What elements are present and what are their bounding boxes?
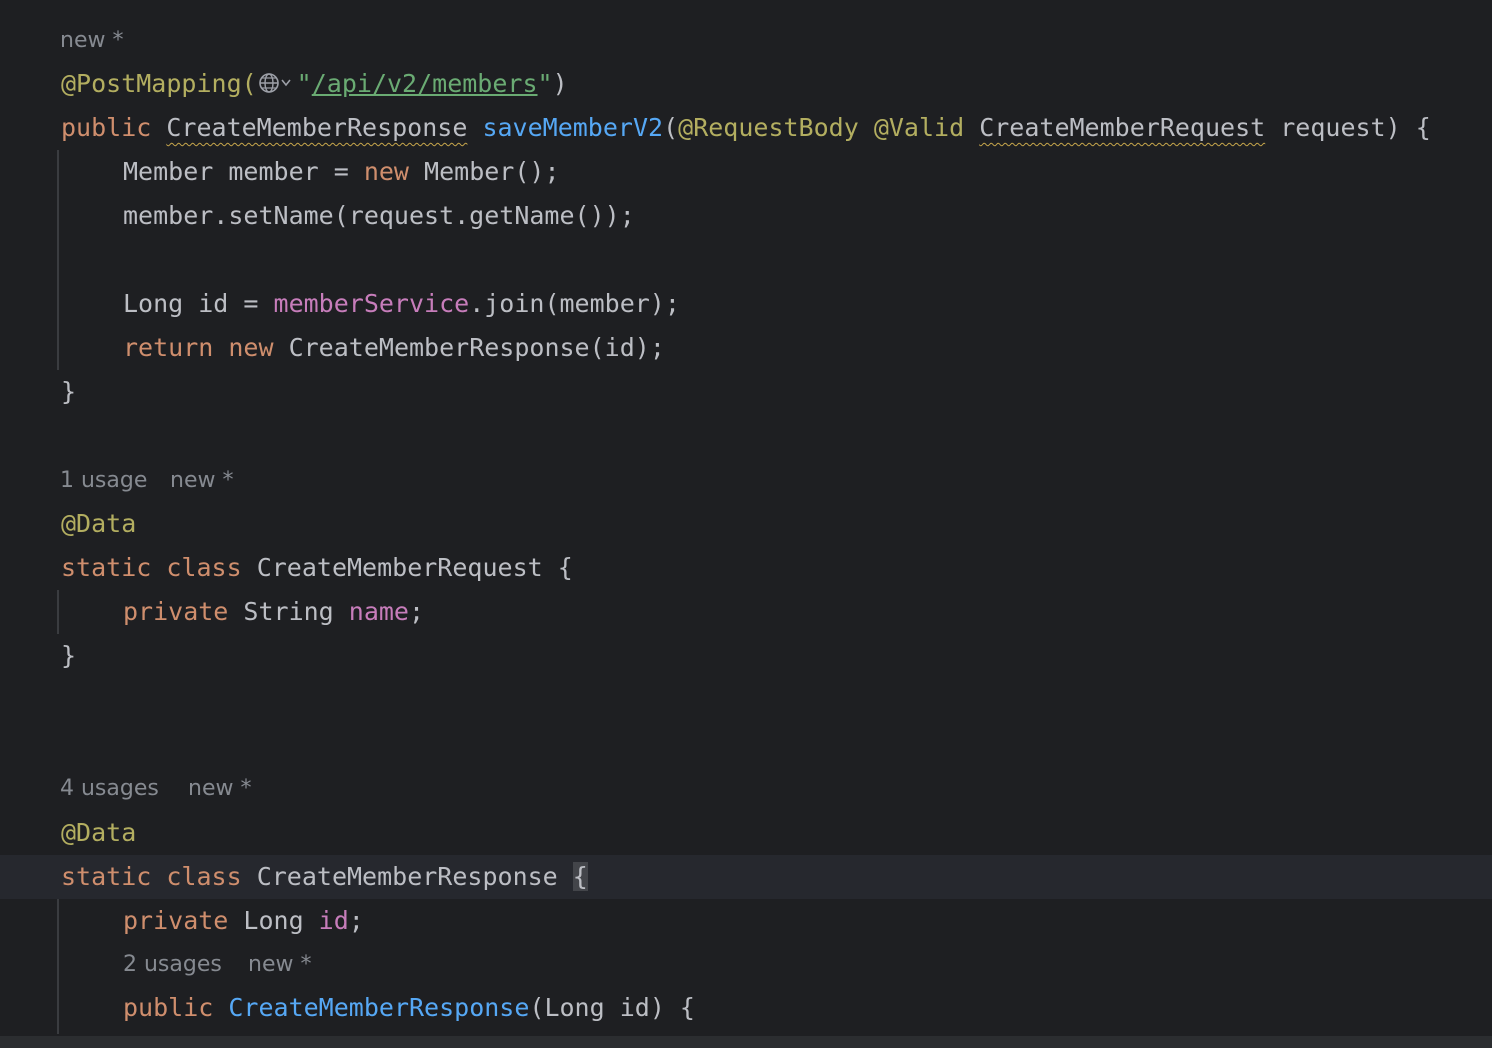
code-line[interactable]: member.setName(request.getName()); [0, 194, 1492, 238]
keyword: new [228, 333, 274, 362]
closing-brace: } [61, 377, 77, 406]
param-type[interactable]: CreateMemberRequest [979, 113, 1265, 142]
code-text: Long [228, 906, 319, 935]
inlay-hint-usages[interactable]: 4 usages new * [0, 767, 1492, 811]
inlay-hint-usages[interactable]: 2 usages new * [0, 943, 1492, 987]
keyword: class [166, 862, 242, 891]
code-line[interactable]: static class CreateMemberRequest { [0, 546, 1492, 590]
code-line[interactable]: private String name; [0, 590, 1492, 634]
code-text: CreateMemberRequest { [241, 553, 573, 582]
keyword: public [123, 993, 214, 1022]
keyword: static [61, 862, 152, 891]
annotation: @Valid [873, 113, 965, 142]
paren: ) [552, 69, 568, 98]
code-text: Member member = [123, 157, 364, 186]
keyword: private [123, 597, 229, 626]
constructor-name[interactable]: CreateMemberResponse [228, 993, 529, 1022]
code-line[interactable]: private Long id; [0, 899, 1492, 943]
code-line-current[interactable]: static class CreateMemberResponse { [0, 855, 1492, 899]
code-line[interactable]: Long id = memberService.join(member); [0, 282, 1492, 326]
return-type[interactable]: CreateMemberResponse [166, 113, 467, 142]
author-hint[interactable]: new * [60, 19, 123, 63]
code-text: member.setName(request.getName()); [123, 201, 635, 230]
url-link[interactable]: /api/v2/members [312, 69, 538, 98]
usages-hint[interactable]: 4 usages [60, 767, 159, 811]
globe-icon[interactable] [257, 68, 297, 98]
code-line[interactable]: return new CreateMemberResponse(id); [0, 326, 1492, 370]
annotation: @Data [61, 509, 137, 538]
annotation: @RequestBody [678, 113, 859, 142]
field-name: id [318, 906, 349, 935]
usages-hint[interactable]: 2 usages [123, 943, 222, 987]
code-line[interactable]: public CreateMemberResponse(Long id) { [0, 986, 1492, 1030]
code-line[interactable]: } [0, 370, 1492, 414]
field-ref: memberService [273, 289, 470, 318]
usages-hint[interactable]: 1 usage [60, 459, 147, 503]
code-line[interactable]: @Data [0, 811, 1492, 855]
code-text: CreateMemberResponse [241, 862, 573, 891]
string-quote: " [537, 69, 553, 98]
keyword: new [363, 157, 409, 186]
code-line[interactable]: @Data [0, 502, 1492, 546]
code-text: (Long id) { [529, 993, 695, 1022]
method-name[interactable]: saveMemberV2 [482, 113, 663, 142]
author-hint[interactable]: new * [248, 943, 311, 987]
keyword: private [123, 906, 229, 935]
annotation: @Data [61, 818, 137, 847]
code-text: request) { [1265, 113, 1431, 142]
closing-brace: } [61, 641, 77, 670]
code-line[interactable]: } [0, 634, 1492, 678]
code-text: .join(member); [469, 289, 680, 318]
code-line[interactable]: Member member = new Member(); [0, 150, 1492, 194]
code-line[interactable]: @PostMapping( "/api/v2/members") [0, 62, 1492, 106]
chevron-down-icon [281, 79, 291, 87]
code-text: CreateMemberResponse(id); [273, 333, 665, 362]
field-name: name [348, 597, 409, 626]
author-hint[interactable]: new * [188, 767, 251, 811]
code-text: Long id = [123, 289, 274, 318]
keyword: class [166, 553, 242, 582]
code-text: Member(); [408, 157, 560, 186]
code-line[interactable]: public CreateMemberResponse saveMemberV2… [0, 106, 1492, 150]
author-hint[interactable]: new * [170, 459, 233, 503]
inlay-hint-usages[interactable]: 1 usage new * [0, 459, 1492, 503]
keyword: return [123, 333, 214, 362]
paren: ( [663, 113, 679, 142]
string-quote: " [296, 69, 312, 98]
code-text: ; [409, 597, 425, 626]
keyword: static [61, 553, 152, 582]
annotation: @PostMapping( [61, 69, 257, 98]
horizontal-scrollbar[interactable] [0, 1036, 1492, 1048]
inlay-hint-author[interactable]: new * [0, 19, 1492, 63]
code-editor[interactable]: new * @PostMapping( "/api/v2/members") pu… [0, 0, 1492, 1048]
code-text: String [228, 597, 349, 626]
keyword: public [61, 113, 167, 142]
code-text: ; [348, 906, 364, 935]
matched-brace[interactable]: { [572, 862, 588, 891]
